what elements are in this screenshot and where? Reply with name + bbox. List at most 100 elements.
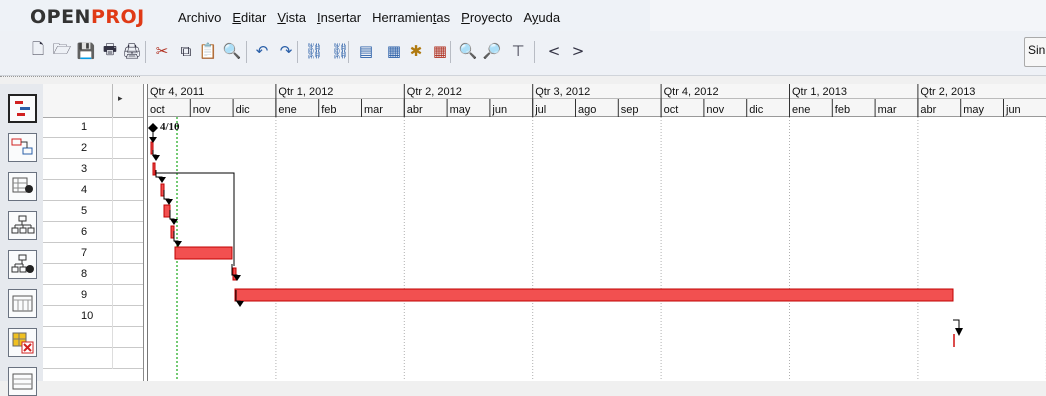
delete-view-icon[interactable] [8,328,37,357]
milestone-marker[interactable] [148,123,158,133]
month-label: feb [835,104,850,116]
zoom-in-icon[interactable]: 🔍 [458,40,478,62]
gantt-chart[interactable]: Qtr 4, 2011 Qtr 1, 2012 Qtr 2, 2012 Qtr 3, … [147,84,1046,381]
table-row[interactable] [43,327,143,348]
month-label: jun [491,104,507,116]
gantt-view-icon[interactable] [8,94,37,123]
month-label: sep [621,104,639,116]
network-view-icon[interactable] [8,133,37,162]
filter-icon[interactable]: ⊤ [508,40,528,62]
resource-view-icon[interactable] [8,172,37,201]
row-number: 5 [81,205,88,217]
task-info-icon[interactable]: ▤ [356,40,376,62]
cell-divider [112,348,113,369]
quarter-label: Qtr 4, 2012 [664,86,719,98]
table-row[interactable]: 5 [43,201,143,222]
quarter-label: Qtr 1, 2012 [278,86,333,98]
collapse-arrow-icon[interactable]: ▸ [118,94,123,104]
dependency-arrowhead [152,155,160,161]
task-bar[interactable] [163,204,171,218]
month-label: jun [1005,104,1021,116]
notes-icon[interactable]: ▦ [384,40,404,62]
month-label: feb [321,104,336,116]
milestone-label: 4/10 [160,121,180,133]
menu-editar[interactable]: Editar [232,10,266,25]
toolbar-right-label: Sin [1028,43,1046,57]
unlink-icon[interactable]: ⛓ [330,40,350,62]
copy-icon[interactable]: ⧉ [176,40,196,62]
menu-ayuda[interactable]: Ayuda [523,10,560,25]
cell-divider [112,285,113,306]
table-row[interactable] [43,348,143,369]
cell-divider [112,117,113,138]
wbs-view-icon[interactable] [8,211,37,240]
print-preview-icon[interactable]: 🖨 [122,40,142,62]
menu-insertar[interactable]: Insertar [317,10,361,25]
month-label: ene [792,104,810,116]
month-label: mar [878,104,897,116]
dependency-arrowhead [174,241,182,247]
separator [0,76,140,77]
table-row[interactable]: 4 [43,180,143,201]
month-label: jul [534,104,546,116]
toolbar: 🗋 🗁 💾 🖶 🖨 ✂ ⧉ 📋 🔍 ↶ ↷ ⛓ ⛓ ▤ ▦ ✱ ▦ 🔍 🔎 ⊤ < > Sin [0,31,1046,76]
rbs-view-icon[interactable] [8,250,37,279]
month-label: nov [193,104,211,116]
cell-divider [112,222,113,243]
cell-divider [112,159,113,180]
quarter-label: Qtr 2, 2013 [920,86,975,98]
task-bar[interactable] [234,288,954,302]
cell-divider [112,138,113,159]
open-icon[interactable]: 🗁 [52,40,72,62]
table-row[interactable]: 1 [43,117,143,138]
scroll-right-icon[interactable]: > [568,40,588,62]
paste-icon[interactable]: 📋 [198,40,218,62]
menu-proyecto[interactable]: Proyecto [461,10,512,25]
undo-icon[interactable]: ↶ [252,40,272,62]
toolbar-separator [348,41,349,63]
menu-archivo[interactable]: Archivo [178,10,221,25]
table-row[interactable]: 3 [43,159,143,180]
save-icon[interactable]: 💾 [76,40,96,62]
find-icon[interactable]: 🔍 [222,40,242,62]
menu-herramientas[interactable]: Herramientas [372,10,450,25]
month-label: abr [407,104,423,116]
cell-divider [112,306,113,327]
month-label: may [963,104,984,116]
menu-vista[interactable]: Vista [277,10,306,25]
scroll-left-icon[interactable]: < [544,40,564,62]
toolbar-separator [145,41,146,63]
row-number: 3 [81,163,88,175]
toolbar-separator [246,41,247,63]
task-usage-view-icon[interactable] [8,367,37,396]
table-row[interactable]: 9 [43,285,143,306]
table-row[interactable]: 8 [43,264,143,285]
redo-icon[interactable]: ↷ [276,40,296,62]
link-icon[interactable]: ⛓ [304,40,324,62]
cell-divider [112,327,113,348]
column-divider[interactable] [112,84,113,117]
cell-divider [112,201,113,222]
gantt-svg[interactable]: Qtr 4, 2011 Qtr 1, 2012 Qtr 2, 2012 Qtr 3, … [147,84,1046,381]
row-number: 6 [81,226,88,238]
cut-icon[interactable]: ✂ [152,40,172,62]
table-row[interactable]: 6 [43,222,143,243]
toolbar-separator [534,41,535,63]
report-view-icon[interactable] [8,289,37,318]
quarter-label: Qtr 1, 2013 [792,86,847,98]
resource-icon[interactable]: ✱ [406,40,426,62]
dependency-arrowhead [165,199,173,205]
table-row[interactable]: 7 [43,243,143,264]
print-icon[interactable]: 🖶 [100,40,120,62]
menu-list: Archivo Editar Vista Insertar Herramientas Pr… [178,10,571,25]
task-bar[interactable] [152,162,156,176]
grid-header: ▸ [43,84,143,118]
dependency-arrowhead [955,328,963,336]
table-row[interactable]: 2 [43,138,143,159]
calendar-icon[interactable]: ▦ [430,40,450,62]
table-row[interactable]: 10 [43,306,143,327]
task-bar[interactable] [174,246,233,260]
row-number: 4 [81,184,88,196]
zoom-out-icon[interactable]: 🔎 [482,40,502,62]
new-task-icon[interactable]: 🗋 [28,40,48,62]
